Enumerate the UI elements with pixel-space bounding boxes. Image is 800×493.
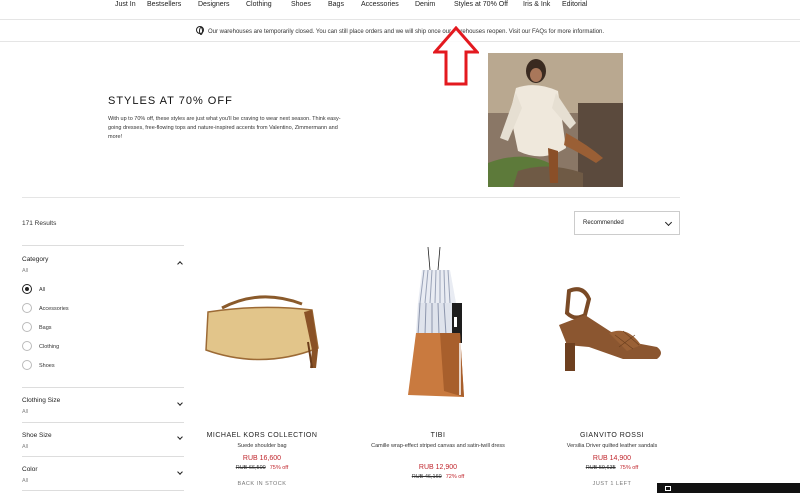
notice-text: Our warehouses are temporarily closed. Y…: [207, 29, 605, 35]
hero-title: STYLES AT 70% OFF: [108, 95, 233, 107]
sort-dropdown[interactable]: Recommended: [574, 211, 680, 235]
product-original-price: RUB 66,500 75% off: [182, 465, 342, 471]
product-original-price: RUB 59,635 75% off: [532, 465, 692, 471]
original-price: RUB 66,500: [235, 465, 266, 471]
chevron-down-icon[interactable]: [177, 400, 183, 406]
product-brand[interactable]: MICHAEL KORS COLLECTION: [182, 432, 342, 439]
nav-bags[interactable]: Bags: [328, 1, 344, 8]
stock-status: BACK IN STOCK: [237, 481, 287, 487]
sort-value: Recommended: [583, 220, 624, 226]
filter-shoe-size-title[interactable]: Shoe Size: [22, 432, 52, 439]
product-price: RUB 16,600: [242, 455, 282, 462]
nav-just-in[interactable]: Just In: [115, 1, 136, 8]
nav-iris-ink[interactable]: Iris & Ink: [523, 1, 550, 8]
original-price: RUB 46,160: [411, 474, 442, 480]
product-original-price: RUB 46,160 72% off: [358, 474, 518, 480]
discount-badge: 75% off: [269, 465, 289, 471]
chat-icon: [665, 486, 671, 491]
nav-denim[interactable]: Denim: [415, 1, 435, 8]
divider: [22, 456, 184, 457]
filter-clothing-size-title[interactable]: Clothing Size: [22, 397, 60, 404]
divider: [22, 245, 184, 246]
radio-label-bags: Bags: [39, 325, 52, 331]
nav-designers[interactable]: Designers: [198, 1, 230, 8]
filter-color-selected: All: [22, 478, 29, 484]
red-up-arrow-annotation: [433, 26, 479, 86]
radio-category-shoes[interactable]: [22, 360, 32, 370]
radio-label-accessories: Accessories: [39, 306, 69, 312]
product-image-dress[interactable]: [400, 245, 480, 405]
product-name[interactable]: Camille wrap-effect striped canvas and s…: [353, 442, 523, 451]
product-price: RUB 12,900: [418, 464, 458, 471]
globe-icon: [195, 26, 204, 35]
chat-widget[interactable]: [657, 483, 800, 493]
product-brand[interactable]: TIBI: [358, 432, 518, 439]
hero-image: [488, 53, 623, 187]
discount-badge: 75% off: [619, 465, 639, 471]
nav-shoes[interactable]: Shoes: [291, 1, 311, 8]
top-navigation: Just In Bestsellers Designers Clothing S…: [0, 0, 800, 20]
nav-styles-70-off[interactable]: Styles at 70% Off: [454, 1, 508, 8]
radio-category-all[interactable]: [22, 284, 32, 294]
filter-category-selected: All: [22, 268, 29, 274]
chevron-down-icon: [664, 218, 673, 227]
nav-clothing[interactable]: Clothing: [246, 1, 272, 8]
product-image-sandals[interactable]: [545, 285, 675, 375]
radio-category-bags[interactable]: [22, 322, 32, 332]
radio-label-clothing: Clothing: [39, 344, 60, 350]
hero-description: With up to 70% off, these styles are jus…: [108, 116, 341, 140]
product-name[interactable]: Versilia Driver quilted leather sandals: [527, 442, 697, 451]
divider: [22, 197, 680, 198]
radio-label-all: All: [39, 287, 46, 293]
divider: [22, 490, 184, 491]
nav-bestsellers[interactable]: Bestsellers: [147, 1, 181, 8]
warehouse-notice: Our warehouses are temporarily closed. Y…: [0, 22, 800, 42]
divider: [22, 422, 184, 423]
nav-editorial[interactable]: Editorial: [562, 1, 587, 8]
divider: [22, 387, 184, 388]
radio-category-clothing[interactable]: [22, 341, 32, 351]
nav-accessories[interactable]: Accessories: [361, 1, 399, 8]
product-name[interactable]: Suede shoulder bag: [177, 442, 347, 451]
filter-category-title[interactable]: Category: [22, 256, 48, 263]
results-count: 171 Results: [22, 220, 57, 227]
chevron-up-icon[interactable]: [177, 261, 183, 267]
product-price: RUB 14,900: [592, 455, 632, 462]
filter-clothing-size-selected: All: [22, 409, 29, 415]
filter-color-title[interactable]: Color: [22, 466, 38, 473]
original-price: RUB 59,635: [585, 465, 616, 471]
filter-shoe-size-selected: All: [22, 444, 29, 450]
radio-category-accessories[interactable]: [22, 303, 32, 313]
product-image-bag[interactable]: [200, 290, 330, 380]
radio-label-shoes: Shoes: [39, 363, 55, 369]
discount-badge: 72% off: [445, 474, 465, 480]
product-brand[interactable]: GIANVITO ROSSI: [532, 432, 692, 439]
